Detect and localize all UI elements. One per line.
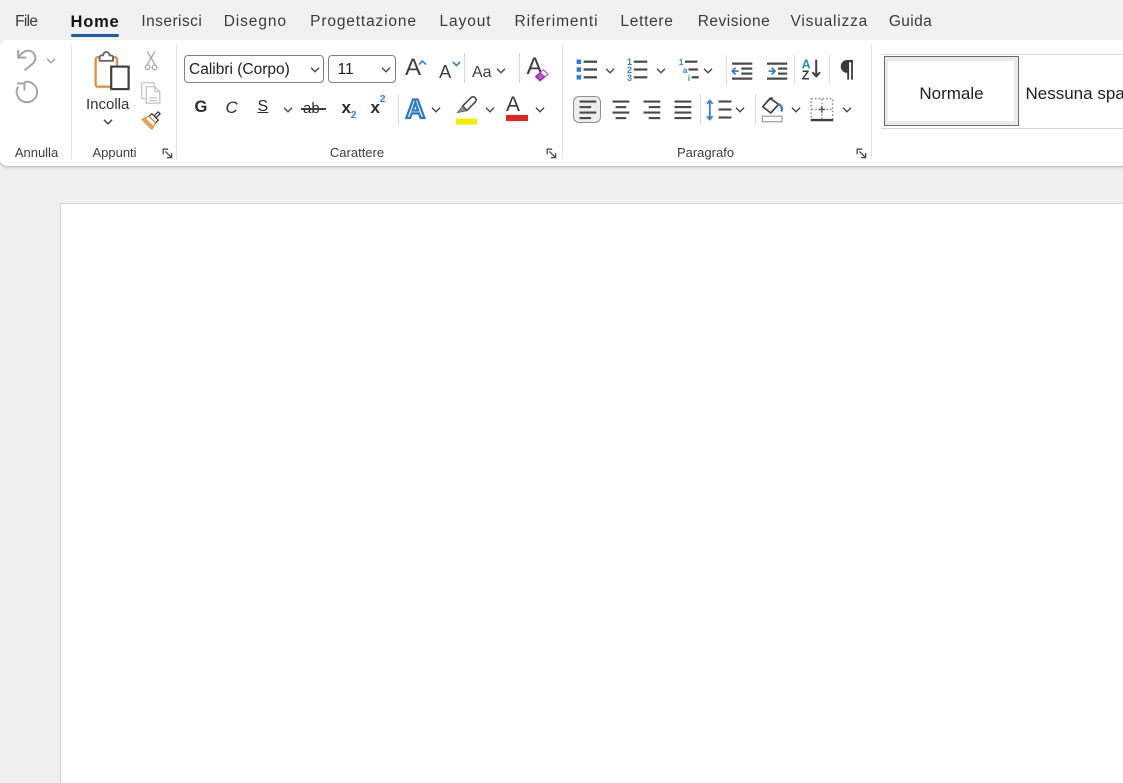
svg-text:i: i [688,73,690,83]
svg-text:3: 3 [627,73,632,83]
svg-text:Z: Z [802,68,810,82]
